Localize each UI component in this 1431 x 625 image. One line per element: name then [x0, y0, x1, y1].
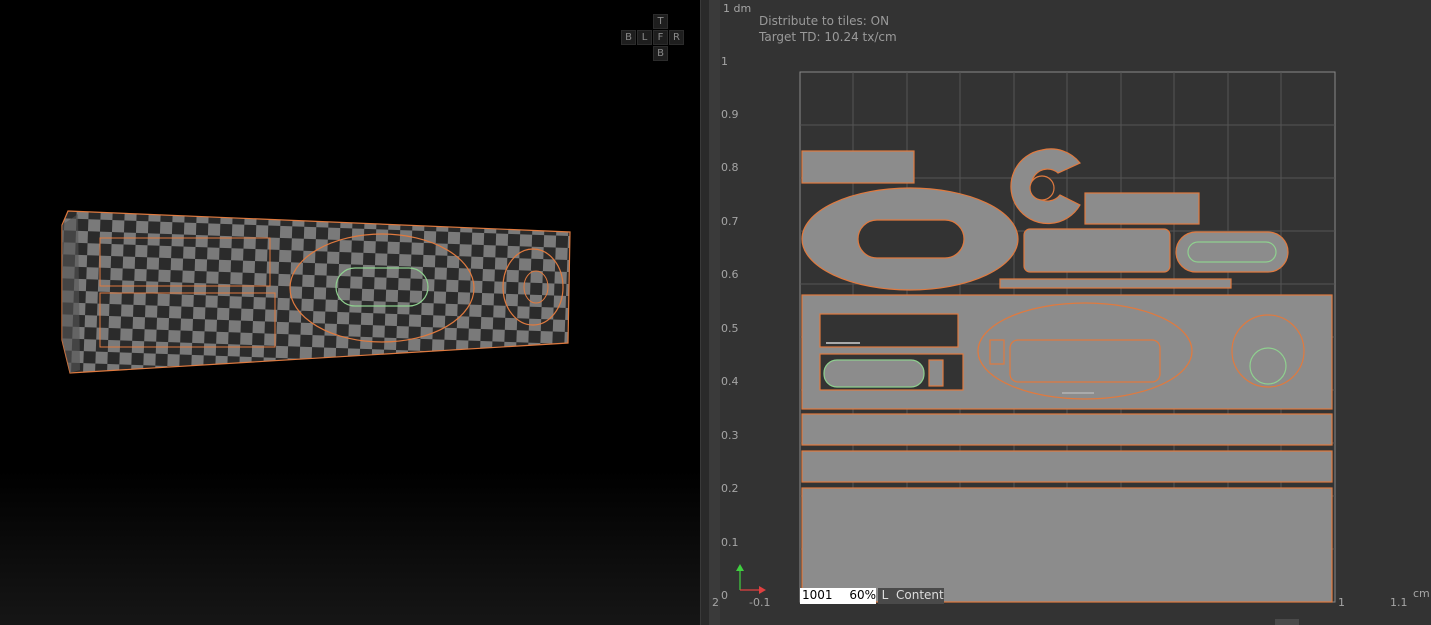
mode-selector[interactable]: Content: [892, 588, 944, 604]
nav-cube-right[interactable]: R: [669, 30, 684, 45]
zoom-level[interactable]: 60%: [844, 588, 876, 604]
3d-viewport[interactable]: T B L F R B: [0, 0, 700, 625]
tile-id: 1001: [800, 588, 844, 604]
model-slot-top: [99, 237, 271, 287]
ruler-unit-v: 1 dm: [723, 2, 752, 15]
model-round-knob: [502, 248, 564, 326]
h-tick-2: 2: [712, 596, 719, 609]
3d-model: [61, 210, 571, 374]
v-tick-0.8: 0.8: [721, 161, 739, 174]
model-oval-button: [335, 267, 429, 307]
vertical-ruler: [709, 0, 720, 625]
hud-distribute-tiles: Distribute to tiles: ON: [759, 14, 890, 28]
v-tick-1: 1: [721, 55, 728, 68]
h-tick-neg0.1: -0.1: [749, 596, 771, 609]
v-tick-0.3: 0.3: [721, 429, 739, 442]
v-tick-0.6: 0.6: [721, 268, 739, 281]
hud-target-td: Target TD: 10.24 tx/cm: [759, 30, 897, 44]
tile-info-bar: 1001 60% L Content: [800, 588, 944, 604]
v-tick-0.9: 0.9: [721, 108, 739, 121]
model-side: [62, 214, 80, 373]
nav-cube-bottom[interactable]: B: [653, 46, 668, 61]
model-slot-bottom: [99, 292, 276, 348]
lock-toggle[interactable]: L: [878, 588, 892, 604]
ruler-unit-h: cm: [1413, 587, 1430, 600]
nav-cube-front[interactable]: F: [653, 30, 668, 45]
nav-cube-top[interactable]: T: [653, 14, 668, 29]
nav-cube-back[interactable]: B: [621, 30, 636, 45]
v-tick-0: 0: [721, 589, 728, 602]
h-tick-1.1: 1.1: [1390, 596, 1408, 609]
v-tick-0.1: 0.1: [721, 536, 739, 549]
v-tick-0.5: 0.5: [721, 322, 739, 335]
v-tick-0.7: 0.7: [721, 215, 739, 228]
uv-editor-viewport[interactable]: [709, 0, 1431, 625]
nav-cube-left[interactable]: L: [637, 30, 652, 45]
v-tick-0.2: 0.2: [721, 482, 739, 495]
v-tick-0.4: 0.4: [721, 375, 739, 388]
h-tick-1: 1: [1338, 596, 1345, 609]
